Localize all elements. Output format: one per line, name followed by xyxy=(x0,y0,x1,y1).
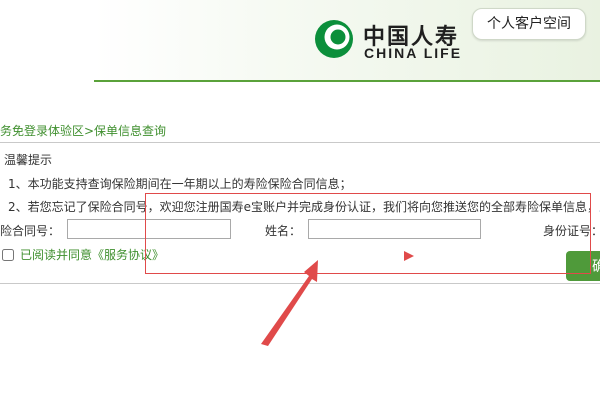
header-divider xyxy=(94,80,600,82)
name-input[interactable] xyxy=(308,219,481,239)
china-life-logo[interactable]: 中国人寿 CHINA LIFE xyxy=(313,18,473,64)
contract-number-input[interactable] xyxy=(67,219,231,239)
panel-top-border xyxy=(0,142,600,143)
notice-line-2-text: 2、若您忘记了保险合同号，欢迎您注册国寿e宝账户并完成身份认证，我们将向您推送您… xyxy=(8,200,600,214)
confirm-button[interactable]: 确 xyxy=(566,251,600,281)
logo-english-name: CHINA LIFE xyxy=(364,45,463,61)
contract-number-label: 险合同号： xyxy=(0,224,61,238)
notice-line-2: 2、若您忘记了保险合同号，欢迎您注册国寿e宝账户并完成身份认证，我们将向您推送您… xyxy=(8,198,600,215)
notice-line-1: 1、本功能支持查询保险期间在一年期以上的寿险保险合同信息； xyxy=(8,177,352,191)
play-marker-icon xyxy=(404,251,414,261)
id-number-label: 身份证号： xyxy=(543,224,600,238)
agreement-checkbox[interactable] xyxy=(2,249,14,261)
panel-bottom-border xyxy=(0,283,600,284)
service-agreement-link[interactable]: 《服务协议》 xyxy=(92,248,164,262)
agreement-row: 已阅读并同意《服务协议》 xyxy=(2,246,164,262)
agreement-text: 已阅读并同意 xyxy=(20,248,93,262)
notice-title: 温馨提示 xyxy=(4,153,53,167)
personal-customer-space-link[interactable]: 个人客户空间 xyxy=(472,8,586,40)
breadcrumb[interactable]: 务免登录体验区>保单信息查询 xyxy=(0,122,166,139)
annotation-arrow-icon xyxy=(261,260,318,346)
china-life-logo-icon xyxy=(315,20,353,58)
name-label: 姓名： xyxy=(265,224,302,238)
